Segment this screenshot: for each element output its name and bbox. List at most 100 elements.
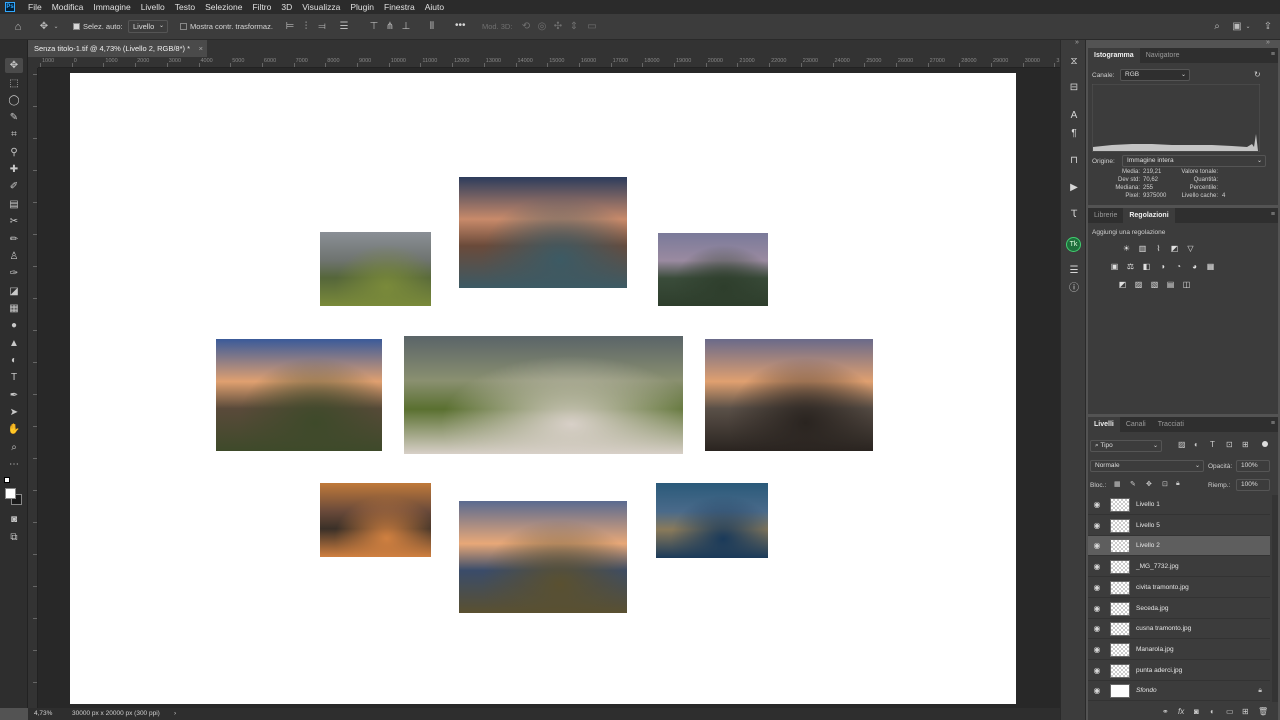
blur-tool-icon[interactable]: ● <box>5 318 23 333</box>
tab-livelli[interactable]: Livelli <box>1088 417 1120 432</box>
visibility-eye-icon[interactable]: ◉ <box>1092 520 1102 532</box>
edit-toolbar-icon[interactable]: ⋯ <box>5 457 23 472</box>
layer-row[interactable]: ◉ punta aderci.jpg <box>1088 661 1270 681</box>
filter-smart-object-icon[interactable]: ⊞ <box>1242 440 1249 449</box>
menu-modifica[interactable]: Modifica <box>47 0 89 14</box>
photo-lake-sunrise[interactable] <box>320 483 431 557</box>
properties-panel-icon[interactable]: ⊟ <box>1066 81 1082 95</box>
clone-stamp-tool-icon[interactable]: ▤ <box>5 197 23 212</box>
lock-image-icon[interactable]: ✎ <box>1130 480 1136 488</box>
tab-regolazioni[interactable]: Regolazioni <box>1123 208 1175 223</box>
collapse-panels-icon[interactable]: » <box>1075 39 1079 46</box>
menu-livello[interactable]: Livello <box>136 0 170 14</box>
tool-preset-chevron-icon[interactable]: ⌄ <box>52 21 60 33</box>
tk-panel-icon[interactable]: Ꚍ <box>1066 208 1082 222</box>
refresh-icon[interactable]: ↻ <box>1254 70 1261 79</box>
link-layers-icon[interactable]: ⚭ <box>1162 707 1169 716</box>
menu-selezione[interactable]: Selezione <box>200 0 247 14</box>
opacity-field[interactable]: 100% <box>1236 460 1270 472</box>
menu-visualizza[interactable]: Visualizza <box>297 0 345 14</box>
channel-mixer-icon[interactable]: ◕ <box>1190 262 1199 271</box>
layer-row[interactable]: ◉ Seceda.jpg <box>1088 599 1270 619</box>
align-middle-v-icon[interactable]: ⋔ <box>384 21 396 33</box>
sharpen-tool-icon[interactable]: ▲ <box>5 336 23 351</box>
healing-brush-tool-icon[interactable]: ✚ <box>5 162 23 177</box>
tk-green-icon[interactable]: Tk <box>1066 237 1081 252</box>
photo-manarola[interactable] <box>459 177 627 288</box>
move-tool-icon[interactable]: ✥ <box>5 58 23 73</box>
photo-arch-sunset[interactable] <box>459 501 627 613</box>
canvas-area[interactable] <box>38 68 1060 708</box>
visibility-eye-icon[interactable]: ◉ <box>1092 603 1102 615</box>
more-options-button[interactable]: ••• <box>455 20 466 31</box>
filter-toggle-icon[interactable] <box>1262 441 1268 447</box>
adjust-sliders-icon[interactable]: ☰ <box>1066 264 1082 278</box>
eraser-tool-icon[interactable]: ◪ <box>5 284 23 299</box>
new-group-icon[interactable]: ▭ <box>1226 707 1234 716</box>
pan-3d-icon[interactable]: ✣ <box>552 21 564 33</box>
menu-finestra[interactable]: Finestra <box>379 0 420 14</box>
hue-saturation-icon[interactable]: ⚖ <box>1126 262 1135 271</box>
quick-mask-icon[interactable]: ◙ <box>5 512 23 527</box>
screen-mode-icon[interactable]: ⧉ <box>5 530 23 545</box>
exposure-icon[interactable]: ◩ <box>1170 244 1179 253</box>
workspace-chevron-icon[interactable]: ⌄ <box>1244 21 1252 33</box>
vibrance-icon[interactable]: ▣ <box>1110 262 1119 271</box>
pen-tool-icon[interactable]: ✒ <box>5 388 23 403</box>
photo-valley-clouds[interactable] <box>404 336 683 454</box>
path-selection-tool-icon[interactable]: ➤ <box>5 405 23 420</box>
brush-panel-icon[interactable]: ⊓ <box>1066 154 1082 168</box>
color-lookup-icon[interactable]: ▦ <box>1206 262 1215 271</box>
art-history-tool-icon[interactable]: ✑ <box>5 266 23 281</box>
character-panel-icon[interactable]: A <box>1066 109 1082 123</box>
visibility-eye-icon[interactable]: ◉ <box>1092 582 1102 594</box>
filter-pixel-icon[interactable]: ▨ <box>1178 440 1186 449</box>
dodge-tool-icon[interactable]: ◐ <box>5 353 23 368</box>
layer-row[interactable]: ◉ Manarola.jpg <box>1088 640 1270 660</box>
lock-artboard-icon[interactable]: ⊡ <box>1162 480 1168 488</box>
tab-canali[interactable]: Canali <box>1120 417 1152 432</box>
align-right-icon[interactable]: ⫤ <box>316 21 328 33</box>
marquee-tool-icon[interactable]: ⬚ <box>5 76 23 91</box>
layer-row[interactable]: ◉ civita tramonto.jpg <box>1088 578 1270 598</box>
filter-adjustment-icon[interactable]: ◐ <box>1194 440 1199 449</box>
visibility-eye-icon[interactable]: ◉ <box>1092 561 1102 573</box>
photo-seceda[interactable] <box>320 232 431 306</box>
invert-icon[interactable]: ◩ <box>1118 280 1127 289</box>
tab-navigatore[interactable]: Navigatore <box>1140 48 1186 63</box>
visibility-eye-icon[interactable]: ◉ <box>1092 623 1102 635</box>
tab-librerie[interactable]: Librerie <box>1088 208 1123 223</box>
menu-file[interactable]: File <box>23 0 47 14</box>
layer-row[interactable]: ◉ Livello 1 <box>1088 495 1270 515</box>
posterize-icon[interactable]: ▨ <box>1134 280 1143 289</box>
align-center-h-icon[interactable]: ⫶ <box>300 21 312 33</box>
gradient-map-icon[interactable]: ▤ <box>1166 280 1175 289</box>
new-layer-icon[interactable]: ⊞ <box>1242 707 1249 716</box>
fx-icon[interactable]: fx <box>1178 707 1184 716</box>
auto-select-target-dropdown[interactable]: Livello ⌄ <box>128 20 168 33</box>
layer-row[interactable]: ◉ Livello 2 <box>1088 536 1270 557</box>
tab-istogramma[interactable]: Istogramma <box>1088 48 1140 63</box>
photo-sea-rocks[interactable] <box>705 339 873 451</box>
history-panel-icon[interactable]: ⧖ <box>1066 55 1082 69</box>
add-mask-icon[interactable]: ◙ <box>1194 707 1199 716</box>
actions-panel-icon[interactable]: ▶ <box>1066 181 1082 195</box>
lock-position-icon[interactable]: ✥ <box>1146 480 1152 488</box>
workspace-icon[interactable]: ▣ <box>1231 21 1243 33</box>
visibility-eye-icon[interactable]: ◉ <box>1092 644 1102 656</box>
align-bottom-icon[interactable]: ⊥ <box>400 21 412 33</box>
photo-punta-aderci[interactable] <box>656 483 768 558</box>
menu-immagine[interactable]: Immagine <box>88 0 135 14</box>
move-tool-icon[interactable]: ✥ <box>38 21 50 33</box>
foreground-color-swatch[interactable] <box>5 488 16 499</box>
layer-filter-dropdown[interactable]: ⌕ Tipo ⌄ <box>1090 440 1162 452</box>
panel-menu-icon[interactable]: ≡ <box>1271 211 1275 218</box>
levels-icon[interactable]: ▥ <box>1138 244 1147 253</box>
photo-filter-icon[interactable]: ◔ <box>1174 262 1183 271</box>
distribute-v-icon[interactable]: ⦀ <box>426 21 438 33</box>
collapse-dock-icon[interactable]: » <box>1266 39 1270 46</box>
transform-controls-checkbox[interactable] <box>180 23 187 30</box>
lock-transparent-icon[interactable]: ▦ <box>1114 480 1121 488</box>
type-tool-icon[interactable]: T <box>5 370 23 385</box>
search-icon[interactable]: ⌕ <box>1211 21 1223 33</box>
